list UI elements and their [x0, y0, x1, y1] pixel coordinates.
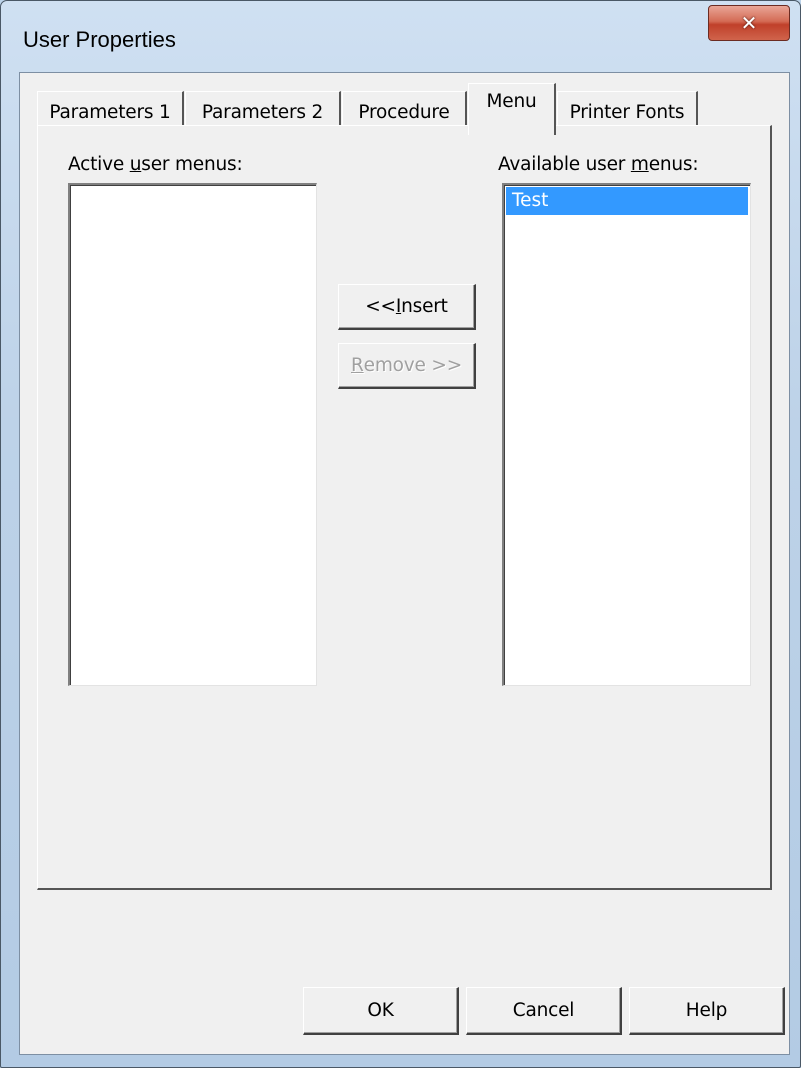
- close-button[interactable]: ✕: [708, 5, 790, 41]
- close-icon: ✕: [740, 11, 758, 35]
- tab-menu[interactable]: Menu: [468, 83, 556, 135]
- window-title: User Properties: [23, 27, 176, 52]
- active-user-menus-label: Active user menus:: [68, 154, 243, 175]
- active-user-menus-list[interactable]: [68, 183, 317, 686]
- help-button[interactable]: Help: [629, 987, 785, 1035]
- dialog-window: User Properties ✕ Parameters 1 Parameter…: [0, 0, 801, 1068]
- ok-button[interactable]: OK: [303, 987, 459, 1035]
- insert-button[interactable]: << Insert: [338, 284, 476, 330]
- dialog-client-area: Parameters 1 Parameters 2 Procedure Menu…: [19, 72, 790, 1055]
- remove-button[interactable]: Remove >>: [338, 343, 476, 389]
- available-user-menus-list[interactable]: Test: [502, 183, 751, 686]
- cancel-button[interactable]: Cancel: [466, 987, 622, 1035]
- list-item[interactable]: Test: [506, 187, 748, 215]
- menu-tab-panel: Active user menus: Available user menus:…: [37, 125, 772, 890]
- title-bar[interactable]: User Properties ✕: [1, 1, 800, 73]
- available-user-menus-label: Available user menus:: [498, 154, 699, 175]
